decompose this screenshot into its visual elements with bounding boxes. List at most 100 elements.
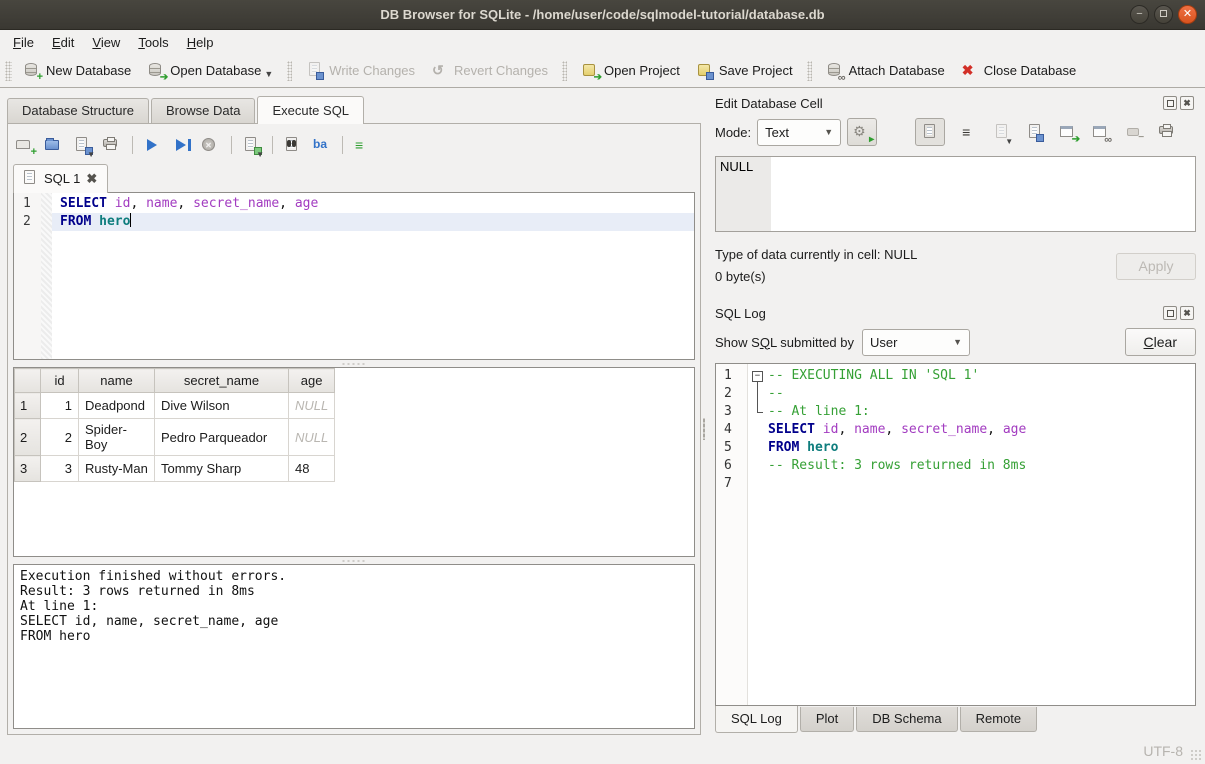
results-message-splitter[interactable]: [13, 557, 695, 564]
attach-database-button[interactable]: ∞Attach Database: [818, 58, 953, 83]
fold-marker-icon[interactable]: [748, 367, 768, 385]
toolbar-button-label: Close Database: [984, 63, 1077, 78]
auto-switch-mode-icon[interactable]: ⚙▸: [847, 118, 877, 146]
cell-id[interactable]: 3: [41, 456, 79, 482]
sql-editor[interactable]: 12 SELECT id, name, secret_name, ageFROM…: [13, 192, 695, 360]
open-database-button[interactable]: ➔ Open Database▼: [139, 58, 281, 83]
menu-view[interactable]: View: [83, 32, 129, 53]
import-from-file-icon[interactable]: ▼: [993, 124, 1011, 141]
dock-tab-plot[interactable]: Plot: [800, 707, 854, 732]
dock-tab-sql-log[interactable]: SQL Log: [715, 706, 798, 733]
sql-line-1: SELECT id, name, secret_name, age: [52, 195, 694, 213]
open-external-icon[interactable]: ➔: [1059, 124, 1077, 141]
open-sql-tab-icon[interactable]: +: [15, 137, 35, 154]
chevron-down-icon[interactable]: ▼: [264, 69, 273, 79]
cell-id[interactable]: 1: [41, 393, 79, 419]
copy-link-icon[interactable]: ∞: [1092, 124, 1110, 141]
cell-secret_name[interactable]: Pedro Parqueador: [155, 419, 289, 456]
menu-help[interactable]: Help: [178, 32, 223, 53]
editor-results-splitter[interactable]: [13, 360, 695, 367]
float-icon[interactable]: [1163, 306, 1177, 320]
new-database-button[interactable]: +New Database: [15, 58, 139, 83]
save-sql-file-icon[interactable]: ▼: [73, 137, 93, 154]
print-cell-icon[interactable]: [1158, 124, 1176, 141]
open-project-button[interactable]: ➔Open Project: [573, 58, 688, 83]
word-wrap-icon[interactable]: ≡: [960, 124, 978, 141]
close-icon[interactable]: ✕: [1178, 5, 1197, 24]
tab-browse-data[interactable]: Browse Data: [151, 98, 255, 123]
text-mode-button[interactable]: [915, 118, 945, 146]
sql-log-view[interactable]: 1234567 -- EXECUTING ALL IN 'SQL 1'---- …: [715, 363, 1196, 706]
toolbar-button-label: New Database: [46, 63, 131, 78]
cell-secret_name[interactable]: Tommy Sharp: [155, 456, 289, 482]
cell-age[interactable]: 48: [289, 456, 335, 482]
export-to-file-icon[interactable]: [1026, 124, 1044, 141]
revert-changes-button: ↺Revert Changes: [423, 58, 556, 83]
toolbar-handle[interactable]: [5, 61, 12, 81]
column-header-secret_name[interactable]: secret_name: [155, 369, 289, 393]
cell-age[interactable]: NULL: [289, 393, 335, 419]
row-header[interactable]: 3: [15, 456, 41, 482]
close-tab-icon[interactable]: ✖: [86, 171, 97, 187]
toolbar-separator: [132, 136, 133, 154]
column-header-corner[interactable]: [15, 369, 41, 393]
toolbar-separator: [807, 61, 812, 81]
tab-database-structure[interactable]: Database Structure: [7, 98, 149, 123]
replace-icon[interactable]: ba: [312, 137, 332, 154]
maximize-icon[interactable]: [1154, 5, 1173, 24]
open-sql-file-icon[interactable]: [44, 137, 64, 154]
toolbar-button-label: Open Database: [170, 63, 261, 78]
minimize-icon[interactable]: −: [1130, 5, 1149, 24]
set-null-icon[interactable]: −: [1125, 124, 1143, 141]
tab-sql-1[interactable]: SQL 1 ✖: [13, 164, 108, 193]
clear-button[interactable]: Clear: [1125, 328, 1196, 356]
filter-label: Show SQL submitted by: [715, 335, 854, 350]
toolbar-separator: [342, 136, 343, 154]
column-header-age[interactable]: age: [289, 369, 335, 393]
dock-tab-remote[interactable]: Remote: [960, 707, 1038, 732]
column-header-name[interactable]: name: [79, 369, 155, 393]
row-header[interactable]: 1: [15, 393, 41, 419]
menu-tools[interactable]: Tools: [129, 32, 177, 53]
dock-tab-db-schema[interactable]: DB Schema: [856, 707, 957, 732]
cell-name[interactable]: Rusty-Man: [79, 456, 155, 482]
bottom-dock-tabs: SQL LogPlotDB SchemaRemote: [715, 707, 1196, 735]
cell-editor[interactable]: NULL: [715, 156, 1196, 232]
print-sql-icon[interactable]: [102, 137, 122, 154]
mode-select[interactable]: Text▼: [757, 119, 841, 146]
resize-grip[interactable]: [1190, 749, 1202, 761]
dock-area: Edit Database Cell ✖ Mode: Text▼ ⚙▸ ≡▼➔∞…: [707, 88, 1205, 737]
menu-edit[interactable]: Edit: [43, 32, 83, 53]
float-icon[interactable]: [1163, 96, 1177, 110]
tab-execute-sql[interactable]: Execute SQL: [257, 96, 364, 124]
cell-name[interactable]: Spider-Boy: [79, 419, 155, 456]
close-icon[interactable]: ✖: [1180, 306, 1194, 320]
execute-all-icon[interactable]: [143, 137, 163, 154]
sql-log-dock-titlebar: SQL Log ✖: [709, 302, 1196, 324]
format-sql-icon[interactable]: ≡: [353, 137, 373, 154]
menu-file[interactable]: File: [4, 32, 43, 53]
open-database-icon: ➔: [147, 62, 165, 79]
find-icon[interactable]: [283, 137, 303, 154]
column-header-id[interactable]: id: [41, 369, 79, 393]
toolbar-button-label: Write Changes: [329, 63, 415, 78]
cell-secret_name[interactable]: Dive Wilson: [155, 393, 289, 419]
submitted-by-select[interactable]: User▼: [862, 329, 970, 356]
log-line-3: -- At line 1:: [748, 403, 1195, 421]
cell-age[interactable]: NULL: [289, 419, 335, 456]
stop-execution-icon[interactable]: ✕: [201, 137, 221, 154]
export-results-icon[interactable]: ▼: [242, 137, 262, 154]
cell-id[interactable]: 2: [41, 419, 79, 456]
chevron-down-icon: ▼: [824, 127, 833, 137]
sql-code-area[interactable]: SELECT id, name, secret_name, ageFROM he…: [52, 193, 694, 359]
close-icon[interactable]: ✖: [1180, 96, 1194, 110]
save-project-button[interactable]: Save Project: [688, 58, 801, 83]
execute-current-line-icon[interactable]: [172, 137, 192, 154]
dock-splitter[interactable]: [701, 88, 707, 737]
titlebar[interactable]: DB Browser for SQLite - /home/user/code/…: [0, 0, 1205, 30]
apply-button[interactable]: Apply: [1116, 253, 1196, 280]
row-header[interactable]: 2: [15, 419, 41, 456]
cell-name[interactable]: Deadpond: [79, 393, 155, 419]
results-grid[interactable]: idnamesecret_nameage11DeadpondDive Wilso…: [13, 367, 695, 557]
close-database-button[interactable]: ✖Close Database: [953, 58, 1085, 83]
